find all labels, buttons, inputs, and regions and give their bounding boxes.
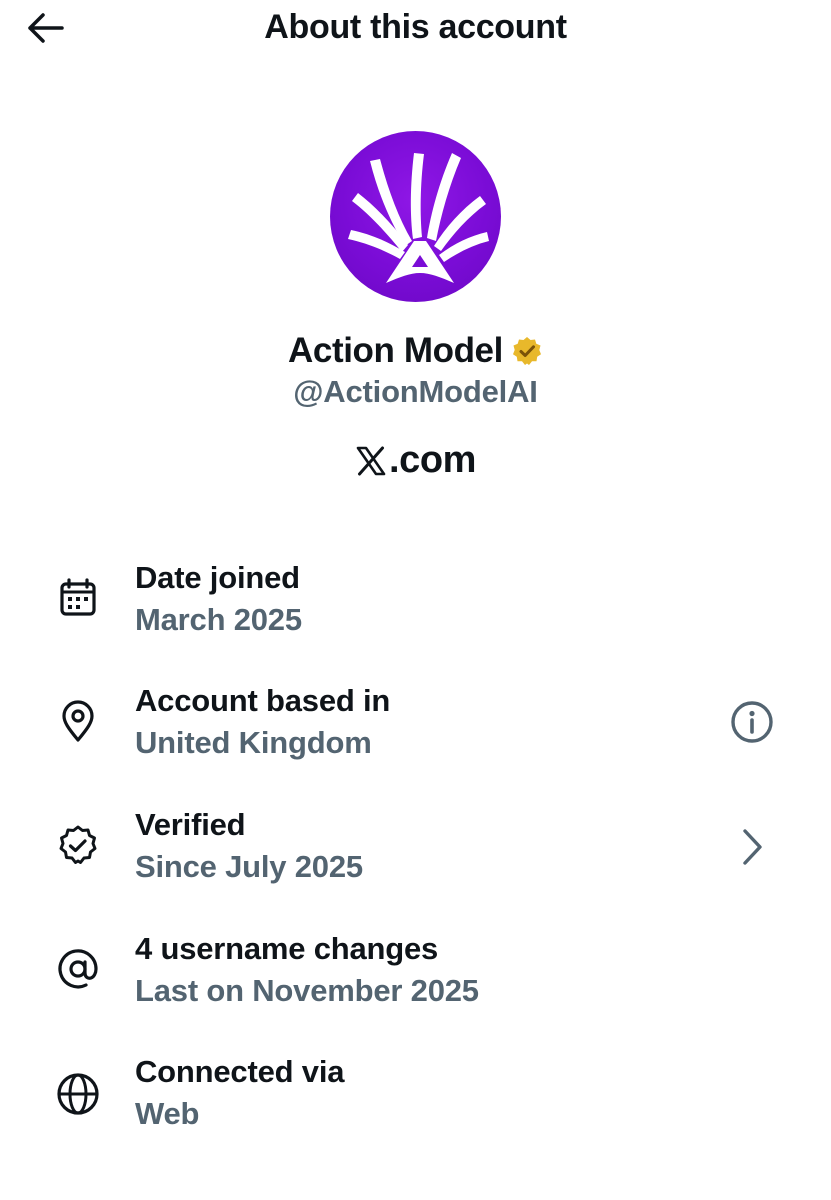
- verified-details-button[interactable]: [722, 817, 782, 877]
- username-handle: @ActionModelAI: [293, 374, 538, 409]
- detail-title: 4 username changes: [135, 931, 439, 966]
- display-name: Action Model: [288, 331, 503, 370]
- detail-row-verified[interactable]: Verified Since July 2025: [0, 805, 831, 905]
- location-pin-icon: [52, 696, 104, 748]
- page-title: About this account: [264, 8, 567, 46]
- action-model-logo: [348, 153, 489, 283]
- gold-verified-badge-icon[interactable]: [511, 335, 543, 367]
- detail-title: Verified: [135, 807, 246, 842]
- detail-row-username-changes: 4 username changes Last on November 2025: [0, 929, 831, 1029]
- detail-value: Last on November 2025: [135, 973, 479, 1008]
- detail-row-account-based-in: Account based in United Kingdom: [0, 681, 831, 781]
- chevron-right-icon: [743, 829, 762, 865]
- x-logo-icon: [356, 446, 386, 476]
- connected-site: .com: [0, 437, 831, 483]
- verified-badge-icon: [52, 820, 104, 872]
- detail-title: Connected via: [135, 1054, 345, 1089]
- avatar[interactable]: [330, 131, 501, 302]
- detail-title: Date joined: [135, 560, 300, 595]
- detail-value: Since July 2025: [135, 849, 363, 884]
- info-icon: [731, 701, 773, 743]
- detail-row-connected-via: Connected via Web: [0, 1052, 831, 1152]
- globe-icon: [52, 1068, 104, 1120]
- detail-title: Account based in: [135, 683, 391, 718]
- detail-value: United Kingdom: [135, 725, 372, 760]
- detail-row-date-joined: Date joined March 2025: [0, 558, 831, 658]
- about-account-page: About this account Action Model @ActionM…: [0, 0, 831, 1200]
- at-sign-icon: [52, 943, 104, 995]
- detail-value: March 2025: [135, 602, 302, 637]
- detail-value: Web: [135, 1096, 200, 1131]
- site-domain: .com: [388, 439, 477, 481]
- calendar-icon: [52, 572, 104, 624]
- name-row: Action Model: [0, 330, 831, 372]
- info-button[interactable]: [722, 692, 782, 752]
